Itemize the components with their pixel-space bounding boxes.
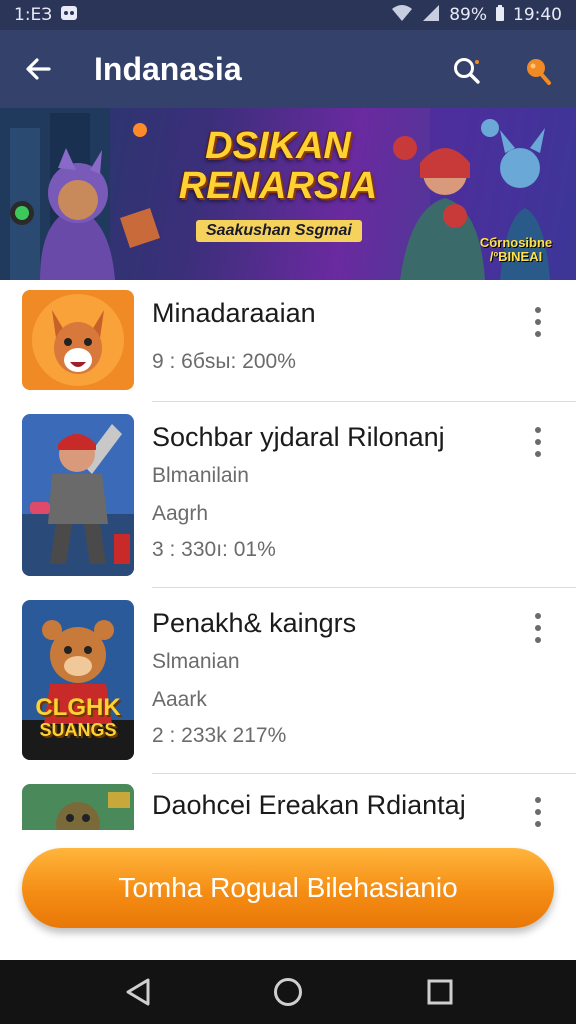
thumbnail-logo: CLGHK SUANGS [22, 694, 134, 741]
banner-badge-line1: Cбrnosibne [479, 235, 553, 250]
more-vert-icon [535, 427, 541, 457]
list-item[interactable]: CLGHK SUANGS Penakh& kaingrs Slmanian Aa… [0, 588, 576, 774]
search-icon [454, 58, 480, 84]
game-title: Sochbar yjdaral Rilonanj [152, 422, 445, 452]
banner-title: DSIKAN RENARSIA [168, 126, 388, 206]
battery-level: 89% [449, 5, 487, 25]
promo-banner[interactable]: DSIKAN RENARSIA Saakushan Ssgmai Cбrnosi… [0, 108, 576, 280]
thumbnail-logo-line2: SUANGS [39, 720, 117, 740]
game-thumbnail: CLGHK SUANGS [22, 600, 134, 760]
status-time: 19:40 [513, 5, 562, 25]
game-category: Aaark [152, 688, 207, 711]
nav-home-button[interactable] [270, 974, 306, 1010]
circle-home-icon [274, 978, 302, 1006]
square-recents-icon [427, 979, 453, 1005]
game-developer: Slmanian [152, 650, 240, 673]
game-title: Penakh& kaingrs [152, 608, 357, 638]
game-category: Aagrh [152, 502, 209, 525]
wifi-icon [391, 4, 413, 27]
list-item[interactable]: Sochbar yjdaral Rilonanj Blmanilain Aagr… [0, 402, 576, 588]
signal-icon [421, 4, 441, 27]
cta-container: Tomha Rogual Bilehasianio [0, 830, 576, 960]
primary-action-button[interactable]: Tomha Rogual Bilehasianio [22, 848, 554, 928]
status-bar: 1:ЕЗ 89% 19:40 [0, 0, 576, 30]
arrow-left-icon [26, 58, 51, 80]
game-stats: 2 : 233k 217% [152, 724, 287, 747]
profile-icon [527, 59, 551, 85]
list-item[interactable]: Daohcei Ereakan Rdiantaj [0, 774, 576, 830]
game-title: Minadaraaian [152, 298, 316, 328]
system-nav-bar [0, 960, 576, 1024]
search-button[interactable] [446, 50, 488, 92]
more-options-button[interactable] [524, 608, 552, 648]
game-thumbnail [22, 784, 134, 830]
more-vert-icon [535, 797, 541, 827]
page-title: Indanasia [94, 50, 242, 87]
game-stats: 9 : 6бsы: 200% [152, 350, 296, 373]
nav-recents-button[interactable] [422, 974, 458, 1010]
more-options-button[interactable] [524, 422, 552, 462]
thumbnail-logo-line1: CLGHK [35, 694, 121, 721]
list-item[interactable]: Minadaraaian 9 : 6бsы: 200% [0, 280, 576, 402]
status-clock-left: 1:ЕЗ [14, 5, 53, 25]
banner-badge: Cбrnosibne /ºBINEAI [470, 236, 562, 264]
profile-button[interactable] [516, 50, 558, 92]
banner-badge-line2: /ºBINEAI [489, 249, 543, 264]
battery-icon [495, 4, 505, 27]
back-button[interactable] [0, 30, 76, 108]
banner-title-line1: DSIKAN [205, 125, 351, 167]
notification-icon [60, 5, 78, 26]
nav-back-button[interactable] [120, 974, 156, 1010]
game-developer: Blmanilain [152, 464, 249, 487]
game-title: Daohcei Ereakan Rdiantaj [152, 790, 466, 820]
banner-title-line2: RENARSIA [178, 165, 378, 207]
game-thumbnail [22, 290, 134, 390]
game-list: Minadaraaian 9 : 6бsы: 200% Sochbar yjda… [0, 280, 576, 830]
more-vert-icon [535, 307, 541, 337]
banner-subtitle: Saakushan Ssgmai [196, 220, 362, 242]
triangle-back-icon [126, 978, 150, 1006]
game-stats: 3 : 330ı: 01% [152, 538, 276, 561]
more-vert-icon [535, 613, 541, 643]
more-options-button[interactable] [524, 792, 552, 830]
game-thumbnail [22, 414, 134, 576]
app-bar: Indanasia [0, 30, 576, 108]
more-options-button[interactable] [524, 302, 552, 342]
